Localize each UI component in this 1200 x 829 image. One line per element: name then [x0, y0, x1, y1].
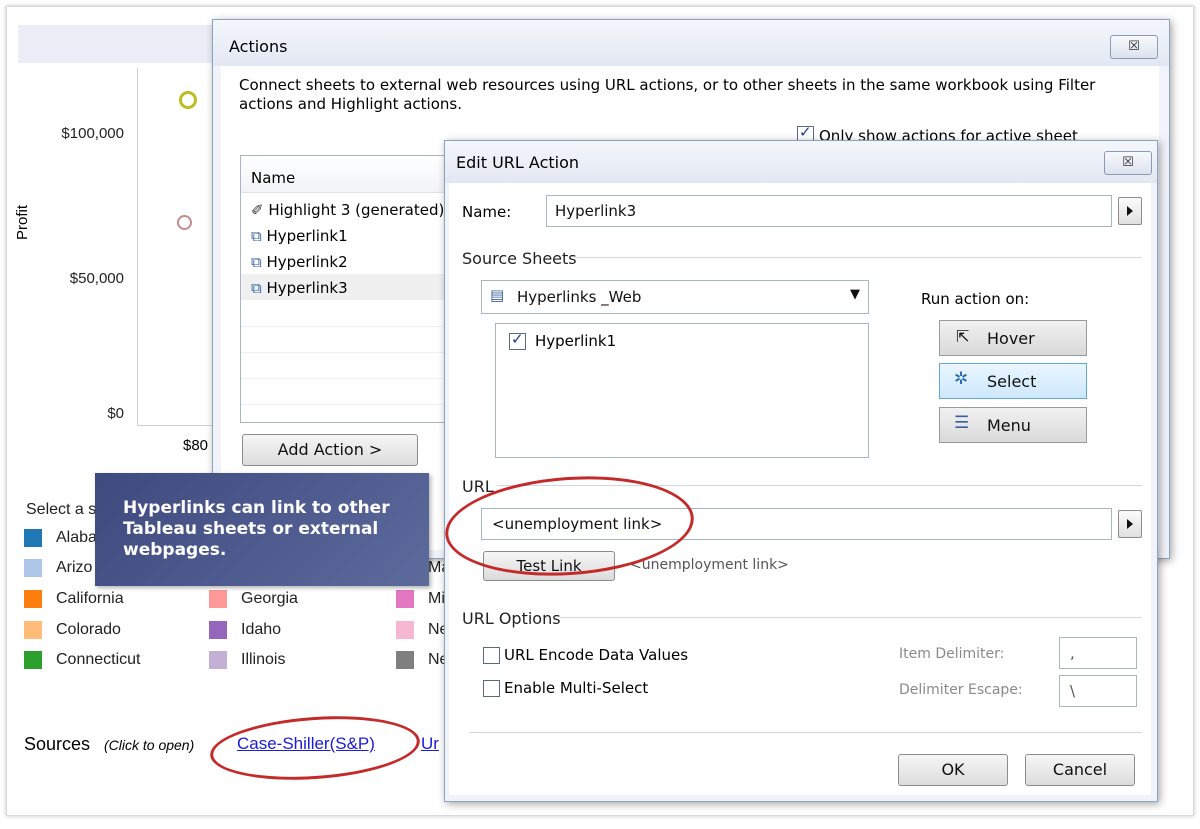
item-delimiter-value: ,	[1070, 644, 1075, 662]
pointer-icon: ⇱	[956, 327, 970, 346]
legend-swatch[interactable]	[24, 651, 42, 669]
item-delimiter-input[interactable]: ,	[1059, 637, 1137, 669]
ok-button[interactable]: OK	[898, 754, 1008, 786]
edit-dialog-title: Edit URL Action	[456, 153, 580, 172]
name-insert-button[interactable]	[1118, 197, 1142, 225]
multi-select-label: Enable Multi-Select	[504, 679, 649, 697]
sources-hint: (Click to open)	[104, 737, 195, 753]
multi-select-checkbox[interactable]	[483, 680, 500, 697]
url-insert-button[interactable]	[1118, 510, 1142, 538]
menu-icon: ☰	[954, 413, 970, 433]
hyperlink-icon: ⧉	[251, 227, 262, 245]
list-item-label: Hyperlink1	[266, 227, 348, 245]
encode-label: URL Encode Data Values	[504, 646, 689, 664]
sheet-dropdown[interactable]: ▤ Hyperlinks _Web ▼	[481, 280, 869, 314]
callout-text: Hyperlinks can link to other Tableau she…	[123, 498, 390, 560]
sheets-list[interactable]: Hyperlink1	[495, 323, 869, 458]
source-sheets-label: Source Sheets	[462, 249, 577, 268]
data-point-yellow[interactable]	[179, 91, 197, 109]
hover-label: Hover	[987, 329, 1035, 348]
actions-dialog-titlebar	[213, 20, 1169, 66]
select-button[interactable]: ✲ Select	[939, 363, 1087, 399]
legend-item[interactable]: Illinois	[241, 651, 285, 669]
dashboard-icon: ▤	[490, 286, 505, 304]
actions-close-button[interactable]: ☒	[1110, 35, 1158, 59]
data-point-pink[interactable]	[177, 215, 192, 230]
legend-swatch[interactable]	[396, 621, 414, 639]
name-label: Name:	[462, 203, 512, 221]
hover-button[interactable]: ⇱ Hover	[939, 320, 1087, 356]
legend-item[interactable]: Connecticut	[56, 651, 141, 669]
legend-swatch[interactable]	[24, 559, 42, 577]
list-item[interactable]: ⧉ Hyperlink1	[251, 227, 348, 245]
delimiter-escape-value: \	[1070, 682, 1076, 700]
y-tick-100000: $100,000	[61, 125, 124, 142]
legend-item[interactable]: Idaho	[241, 621, 281, 639]
edit-close-button[interactable]: ☒	[1104, 151, 1152, 175]
edit-url-action-dialog: Edit URL Action ☒ Name: Hyperlink3 Sourc…	[444, 140, 1158, 802]
add-action-button[interactable]: Add Action >	[242, 434, 418, 466]
legend-swatch[interactable]	[396, 651, 414, 669]
legend-item[interactable]: Mi	[428, 590, 445, 608]
name-input[interactable]: Hyperlink3	[546, 195, 1112, 227]
delimiter-escape-label: Delimiter Escape:	[899, 682, 1023, 698]
source-sheets-rule	[575, 257, 1142, 258]
chevron-down-icon: ▼	[850, 287, 860, 302]
legend-swatch[interactable]	[24, 590, 42, 608]
sources-label: Sources	[24, 734, 91, 754]
hyperlink-icon: ⧉	[251, 253, 262, 271]
list-header-name: Name	[251, 169, 296, 187]
unemployment-link-partial[interactable]: Ur	[421, 734, 439, 754]
list-item[interactable]: ✐ Highlight 3 (generated)	[251, 201, 444, 219]
encode-checkbox[interactable]	[483, 647, 500, 664]
legend-swatch[interactable]	[209, 621, 227, 639]
legend-swatch[interactable]	[396, 590, 414, 608]
run-action-label: Run action on:	[921, 290, 1030, 308]
legend-swatch[interactable]	[24, 621, 42, 639]
list-item-label: Hyperlink2	[266, 253, 348, 271]
select-pointer-icon: ✲	[954, 369, 969, 389]
chart-plot-area	[137, 68, 218, 426]
sheet-label: Hyperlink1	[535, 332, 617, 350]
legend-item[interactable]: California	[56, 590, 124, 608]
footer-rule	[469, 732, 1142, 733]
x-tick-partial: $80	[183, 437, 209, 454]
y-tick-50000: $50,000	[69, 270, 124, 287]
hyperlink-icon: ⧉	[251, 279, 262, 297]
cancel-button[interactable]: Cancel	[1025, 754, 1135, 786]
sheet-checkbox[interactable]	[509, 330, 526, 350]
legend-item[interactable]: Arizo	[56, 559, 92, 577]
legend-item[interactable]: Colorado	[56, 621, 121, 639]
delimiter-escape-input[interactable]: \	[1059, 675, 1137, 707]
y-axis-label: Profit	[14, 204, 31, 240]
list-item-label: Highlight 3 (generated)	[268, 201, 445, 219]
menu-button[interactable]: ☰ Menu	[939, 407, 1087, 443]
url-options-label: URL Options	[462, 609, 561, 628]
legend-title: Select a s	[26, 501, 97, 518]
name-input-value: Hyperlink3	[555, 202, 637, 220]
legend-swatch[interactable]	[24, 529, 42, 547]
viz-title-bar	[18, 25, 213, 63]
highlight-icon: ✐	[251, 201, 264, 219]
url-preview: <unemployment link>	[630, 557, 789, 573]
y-tick-0: $0	[107, 405, 124, 422]
select-label: Select	[987, 372, 1037, 391]
legend-item[interactable]: Georgia	[241, 590, 298, 608]
list-item[interactable]: ⧉ Hyperlink3	[251, 279, 348, 297]
sheet-dropdown-value: Hyperlinks _Web	[517, 288, 642, 306]
menu-label: Menu	[987, 416, 1031, 435]
list-item-label: Hyperlink3	[266, 279, 348, 297]
actions-dialog-title: Actions	[229, 37, 288, 56]
legend-item[interactable]: Alaba	[56, 529, 97, 547]
list-item[interactable]: ⧉ Hyperlink2	[251, 253, 348, 271]
legend-swatch[interactable]	[209, 590, 227, 608]
url-options-rule	[560, 617, 1142, 618]
actions-description: Connect sheets to external web resources…	[239, 76, 1096, 113]
item-delimiter-label: Item Delimiter:	[899, 646, 1005, 662]
legend-swatch[interactable]	[209, 651, 227, 669]
